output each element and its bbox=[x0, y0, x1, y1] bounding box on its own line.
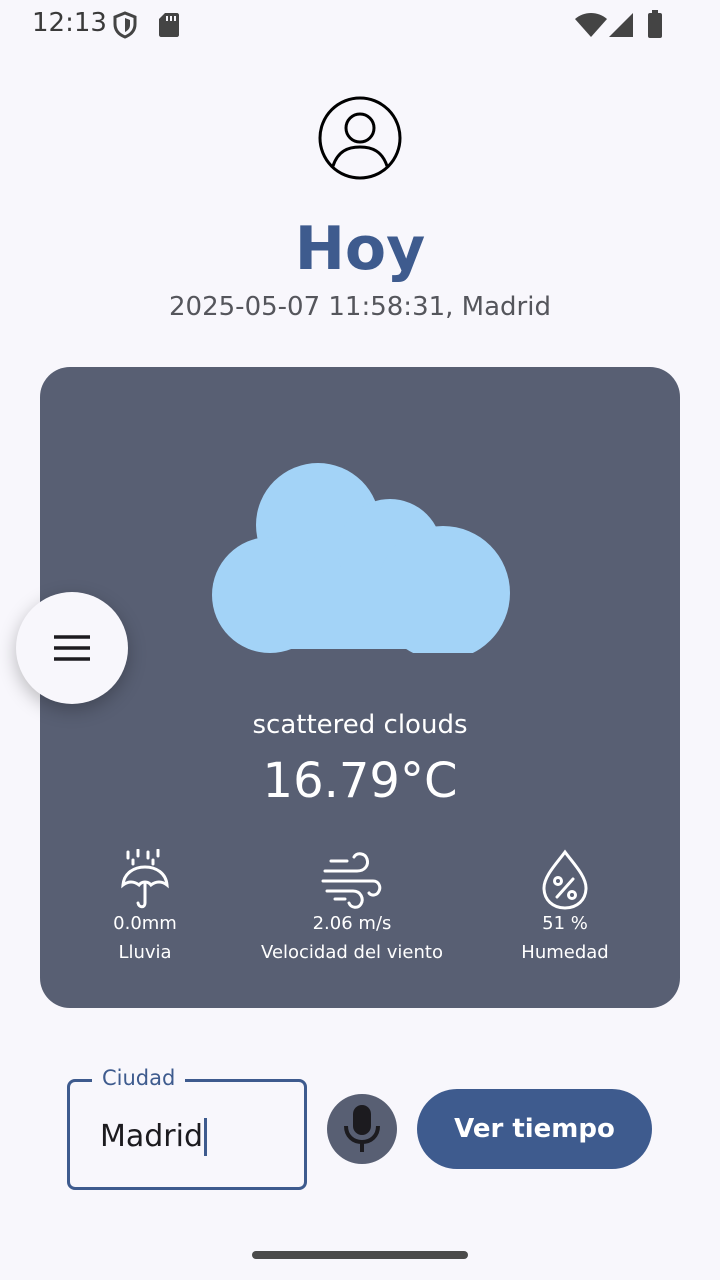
city-field-label: Ciudad bbox=[92, 1066, 186, 1090]
humidity-value: 51 % bbox=[542, 913, 588, 934]
page-title: Hoy bbox=[294, 214, 426, 284]
wind-icon bbox=[321, 852, 382, 909]
status-bar: 12:13 bbox=[0, 0, 720, 48]
menu-button[interactable] bbox=[16, 592, 128, 704]
date-location: 2025-05-07 11:58:31, Madrid bbox=[169, 292, 551, 322]
microphone-icon bbox=[344, 1105, 380, 1152]
home-indicator[interactable] bbox=[252, 1251, 468, 1259]
menu-icon bbox=[54, 635, 90, 661]
sd-card-icon bbox=[159, 13, 179, 37]
rain-stat: 0.0mm Lluvia bbox=[25, 849, 265, 963]
temperature: 16.79°C bbox=[262, 753, 458, 809]
battery-icon bbox=[648, 10, 662, 38]
rain-label: Lluvia bbox=[118, 942, 172, 963]
weather-card: scattered clouds 16.79°C 0.0mm Lluvia 2.… bbox=[40, 367, 680, 1008]
wind-label: Velocidad del viento bbox=[261, 942, 443, 963]
city-input[interactable]: Madrid bbox=[100, 1118, 208, 1156]
shield-icon bbox=[113, 11, 137, 39]
view-weather-button[interactable]: Ver tiempo bbox=[417, 1089, 652, 1169]
city-field[interactable]: Ciudad Madrid bbox=[67, 1066, 307, 1190]
account-circle-icon[interactable] bbox=[318, 96, 402, 180]
wind-value: 2.06 m/s bbox=[312, 913, 392, 934]
voice-search-button[interactable] bbox=[327, 1094, 397, 1164]
rain-value: 0.0mm bbox=[113, 913, 177, 934]
signal-icon bbox=[609, 13, 633, 37]
wind-stat: 2.06 m/s Velocidad del viento bbox=[232, 849, 472, 963]
humidity-stat: 51 % Humedad bbox=[445, 849, 685, 963]
wifi-icon bbox=[575, 13, 607, 37]
humidity-icon bbox=[542, 849, 588, 910]
cloud-icon bbox=[212, 463, 510, 653]
weather-description: scattered clouds bbox=[252, 710, 468, 740]
status-time: 12:13 bbox=[32, 8, 107, 38]
umbrella-rain-icon bbox=[121, 849, 169, 909]
humidity-label: Humedad bbox=[521, 942, 609, 963]
